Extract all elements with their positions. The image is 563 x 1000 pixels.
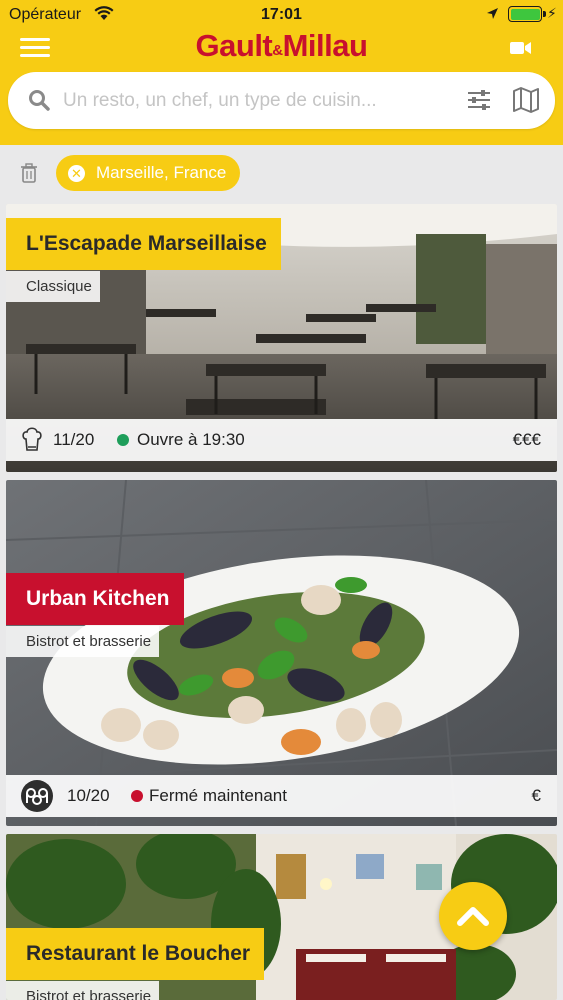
pop-icon — [21, 780, 53, 812]
restaurant-card[interactable]: Urban Kitchen Bistrot et brasserie 10/20… — [6, 480, 557, 826]
status-bar: Opérateur 17:01 ⚡ — [0, 0, 563, 30]
search-input[interactable] — [63, 84, 423, 118]
restaurant-name: Urban Kitchen — [6, 573, 184, 625]
opening-status: Fermé maintenant — [149, 786, 287, 805]
restaurant-category: Bistrot et brasserie — [6, 626, 160, 657]
app-logo: Gault&Millau — [195, 28, 368, 63]
restaurant-info-bar: 11/20 Ouvre à 19:30 €€€ — [6, 419, 557, 461]
filters-icon[interactable] — [467, 88, 491, 112]
video-camera-icon[interactable] — [510, 39, 532, 57]
restaurant-name: L'Escapade Marseillaise — [6, 218, 281, 270]
search-icon — [29, 90, 50, 111]
restaurant-info-bar: 10/20 Fermé maintenant € — [6, 775, 557, 817]
restaurant-score: 11/20 — [53, 430, 95, 449]
price-level: €€€ — [512, 430, 541, 449]
clock: 17:01 — [261, 6, 302, 23]
search-bar — [8, 72, 555, 129]
charging-icon: ⚡ — [547, 5, 557, 21]
scroll-to-top-button[interactable] — [439, 882, 507, 950]
restaurant-category: Bistrot et brasserie — [6, 981, 160, 1000]
battery-icon — [508, 6, 546, 22]
location-filter-chip[interactable]: ✕ Marseille, France — [56, 155, 241, 191]
restaurant-name: Restaurant le Boucher — [6, 928, 265, 980]
header: Opérateur 17:01 ⚡ Gault&Millau — [0, 0, 563, 145]
trash-icon[interactable] — [20, 163, 38, 183]
restaurant-card[interactable]: L'Escapade Marseillaise Classique 11/20 … — [6, 204, 557, 472]
location-arrow-icon — [487, 8, 498, 19]
filter-chip-label: Marseille, France — [96, 163, 227, 182]
opening-status: Ouvre à 19:30 — [137, 430, 245, 449]
chevron-up-icon — [457, 907, 489, 926]
active-filters: ✕ Marseille, France — [0, 145, 563, 203]
remove-filter-icon[interactable]: ✕ — [68, 164, 85, 182]
open-status-dot — [117, 434, 129, 446]
price-level: € — [531, 786, 541, 805]
restaurant-category: Classique — [6, 271, 100, 302]
closed-status-dot — [131, 790, 143, 802]
restaurant-score: 10/20 — [67, 786, 110, 805]
map-icon[interactable] — [512, 86, 540, 114]
toque-icon — [22, 427, 42, 451]
